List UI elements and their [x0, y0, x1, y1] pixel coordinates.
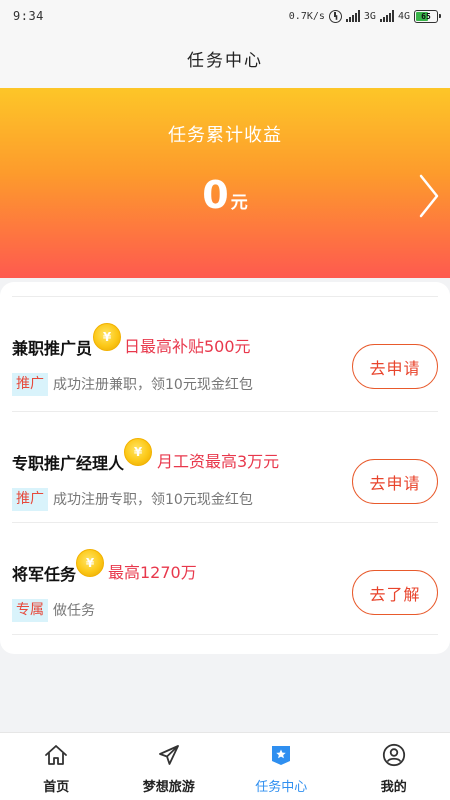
amount-value: 0	[202, 173, 229, 217]
task-name: 专职推广经理人	[12, 454, 125, 473]
title-bar: 任务中心	[0, 34, 450, 88]
network-type-4g: 4G	[397, 10, 410, 22]
battery-level: 65	[421, 11, 431, 21]
signal-icon	[345, 10, 360, 22]
page-title: 任务中心	[187, 51, 263, 71]
nav-item-mine[interactable]: 我的	[338, 733, 450, 800]
bottom-nav: 首页 梦想旅游 任务中心 我的	[0, 732, 450, 800]
task-desc: 成功注册兼职，领10元现金红包	[53, 377, 253, 393]
apply-button[interactable]: 去申请	[352, 344, 438, 389]
nav-item-home[interactable]: 首页	[0, 733, 113, 800]
nav-label: 梦想旅游	[142, 780, 195, 795]
coin-symbol: ¥	[102, 330, 112, 344]
status-indicators: 0.7K/s 3G 4G 65	[288, 8, 441, 24]
banner-title: 任务累计收益	[168, 125, 282, 146]
task-desc: 成功注册专职，领10元现金红包	[53, 492, 253, 508]
task-name: 兼职推广员	[12, 339, 93, 358]
coin-icon: ¥	[124, 438, 152, 466]
chevron-right-icon[interactable]	[418, 174, 440, 218]
task-item-general-task: 将军任务 ¥ 最高1270万 专属 做任务 去了解	[0, 522, 450, 637]
nav-item-dream-travel[interactable]: 梦想旅游	[113, 733, 226, 800]
nav-item-task-center[interactable]: 任务中心	[225, 733, 338, 800]
coin-symbol: ¥	[85, 556, 95, 570]
alarm-icon	[328, 9, 342, 23]
task-list: 兼职推广员 ¥ 日最高补贴500元 推广 成功注册兼职，领10元现金红包 去申请…	[0, 282, 450, 654]
nav-label: 任务中心	[255, 780, 308, 795]
nav-label: 首页	[43, 780, 70, 795]
signal-icon	[379, 10, 394, 22]
nav-label: 我的	[380, 780, 407, 795]
task-item-full-time-manager: 专职推广经理人 ¥ 月工资最高3万元 推广 成功注册专职，领10元现金红包 去申…	[0, 411, 450, 526]
task-badge-icon	[272, 746, 291, 765]
network-type-3g: 3G	[363, 10, 376, 22]
task-tag: 推广	[12, 488, 48, 511]
net-speed: 0.7K/s	[288, 10, 325, 22]
status-time: 9:34	[13, 9, 44, 23]
task-desc: 做任务	[53, 603, 95, 619]
divider	[12, 634, 438, 635]
home-icon	[45, 745, 68, 765]
amount-unit: 元	[230, 193, 248, 213]
paper-plane-icon	[158, 745, 179, 765]
task-tag: 专属	[12, 599, 48, 622]
earnings-banner[interactable]: 任务累计收益 0元	[0, 88, 450, 278]
task-item-part-time-promoter: 兼职推广员 ¥ 日最高补贴500元 推广 成功注册兼职，领10元现金红包 去申请	[0, 296, 450, 411]
task-reward: 月工资最高3万元	[157, 452, 280, 471]
task-tag: 推广	[12, 373, 48, 396]
task-reward: 日最高补贴500元	[124, 337, 251, 356]
coin-symbol: ¥	[133, 445, 143, 459]
user-icon	[382, 743, 405, 767]
task-name: 将军任务	[12, 565, 77, 584]
coin-icon: ¥	[93, 323, 121, 351]
task-reward: 最高1270万	[108, 563, 197, 582]
status-bar: 9:34 0.7K/s 3G 4G 65	[0, 0, 450, 34]
battery-icon: 65	[414, 9, 441, 23]
learn-more-button[interactable]: 去了解	[352, 570, 438, 615]
earnings-amount: 0元	[0, 173, 450, 217]
coin-icon: ¥	[76, 549, 104, 577]
apply-button[interactable]: 去申请	[352, 459, 438, 504]
